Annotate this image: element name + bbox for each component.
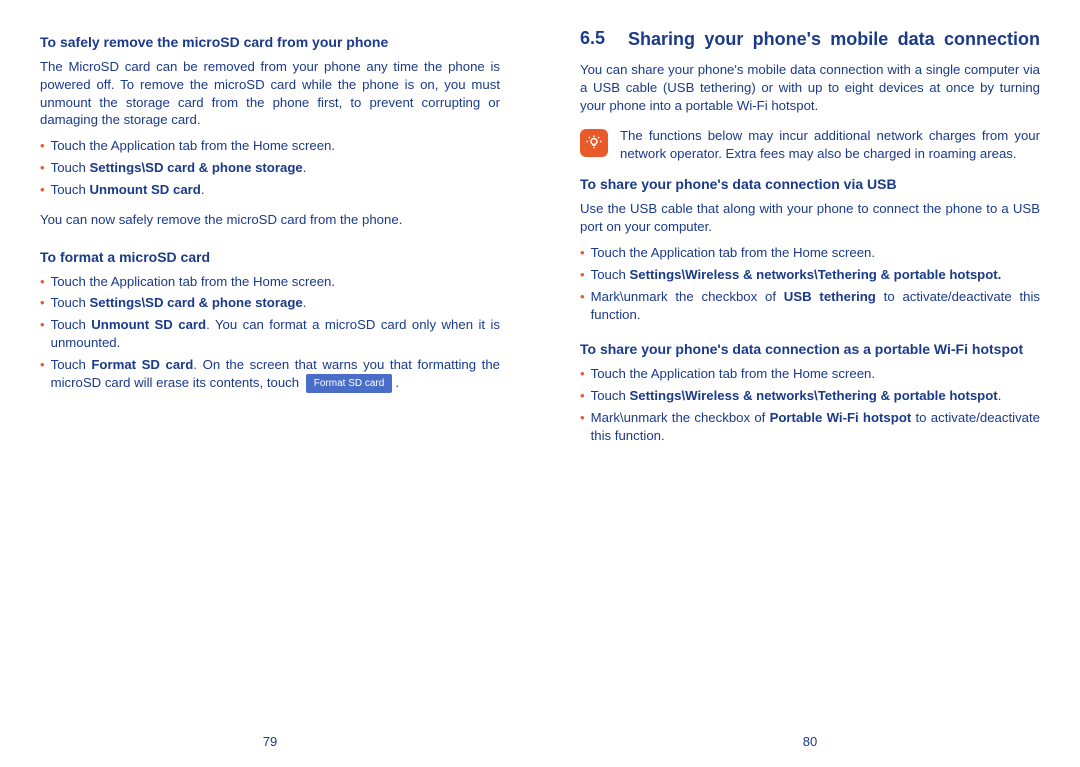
list-item: • Touch Settings\SD card & phone storage. [40, 159, 500, 177]
paragraph: You can now safely remove the microSD ca… [40, 211, 500, 229]
page-number: 80 [540, 734, 1080, 749]
section-title: Sharing your phone's mobile data connect… [628, 28, 1040, 51]
bullet-icon: • [40, 137, 45, 155]
page-left: To safely remove the microSD card from y… [0, 0, 540, 767]
bullet-list: • Touch the Application tab from the Home… [40, 137, 500, 198]
note-text: The functions below may incur additional… [620, 127, 1040, 163]
list-text: Touch Settings\SD card & phone storage. [51, 294, 500, 312]
bullet-icon: • [40, 316, 45, 334]
bullet-icon: • [40, 181, 45, 199]
list-item: • Touch Unmount SD card. You can format a… [40, 316, 500, 352]
list-text: Touch Unmount SD card. You can format a … [51, 316, 500, 352]
heading-usb-share: To share your phone's data connection vi… [580, 176, 1040, 192]
list-text: Touch Format SD card. On the screen that… [51, 356, 500, 393]
list-item: • Touch the Application tab from the Home… [580, 365, 1040, 383]
bullet-list: • Touch the Application tab from the Home… [580, 244, 1040, 323]
bullet-icon: • [580, 387, 585, 405]
list-text: Touch Settings\Wireless & networks\Tethe… [591, 266, 1040, 284]
format-sd-card-button[interactable]: Format SD card [306, 374, 393, 394]
list-item: • Mark\unmark the checkbox of Portable Wi… [580, 409, 1040, 445]
heading-remove-sd: To safely remove the microSD card from y… [40, 34, 500, 50]
paragraph: You can share your phone's mobile data c… [580, 61, 1040, 114]
list-text: Touch Settings\SD card & phone storage. [51, 159, 500, 177]
list-item: • Touch Unmount SD card. [40, 181, 500, 199]
bullet-icon: • [580, 365, 585, 383]
list-item: • Touch Settings\Wireless & networks\Teth… [580, 266, 1040, 284]
page-right: 6.5 Sharing your phone's mobile data con… [540, 0, 1080, 767]
list-item: • Touch Format SD card. On the screen tha… [40, 356, 500, 393]
paragraph: The MicroSD card can be removed from you… [40, 58, 500, 129]
heading-format-sd: To format a microSD card [40, 249, 500, 265]
bullet-icon: • [40, 273, 45, 291]
list-text: Touch the Application tab from the Home … [51, 137, 500, 155]
list-text: Mark\unmark the checkbox of Portable Wi-… [591, 409, 1040, 445]
list-text: Touch Unmount SD card. [51, 181, 500, 199]
list-text: Touch Settings\Wireless & networks\Tethe… [591, 387, 1040, 405]
bullet-icon: • [40, 294, 45, 312]
bullet-list: • Touch the Application tab from the Home… [580, 365, 1040, 444]
list-item: • Touch Settings\SD card & phone storage. [40, 294, 500, 312]
list-text: Touch the Application tab from the Home … [591, 365, 1040, 383]
list-text: Mark\unmark the checkbox of USB tetherin… [591, 288, 1040, 324]
bullet-icon: • [580, 409, 585, 427]
list-item: • Touch Settings\Wireless & networks\Teth… [580, 387, 1040, 405]
bullet-icon: • [580, 244, 585, 262]
tip-icon [580, 129, 608, 157]
list-item: • Touch the Application tab from the Home… [40, 273, 500, 291]
list-item: • Touch the Application tab from the Home… [40, 137, 500, 155]
bullet-icon: • [580, 288, 585, 306]
list-item: • Mark\unmark the checkbox of USB tetheri… [580, 288, 1040, 324]
bullet-icon: • [40, 159, 45, 177]
bullet-icon: • [40, 356, 45, 374]
heading-wifi-hotspot: To share your phone's data connection as… [580, 341, 1040, 357]
list-text: Touch the Application tab from the Home … [51, 273, 500, 291]
list-item: • Touch the Application tab from the Home… [580, 244, 1040, 262]
note-box: The functions below may incur additional… [580, 127, 1040, 163]
section-header: 6.5 Sharing your phone's mobile data con… [580, 28, 1040, 51]
bullet-icon: • [580, 266, 585, 284]
bullet-list: • Touch the Application tab from the Home… [40, 273, 500, 394]
page-number: 79 [0, 734, 540, 749]
paragraph: Use the USB cable that along with your p… [580, 200, 1040, 236]
list-text: Touch the Application tab from the Home … [591, 244, 1040, 262]
section-number: 6.5 [580, 28, 628, 49]
